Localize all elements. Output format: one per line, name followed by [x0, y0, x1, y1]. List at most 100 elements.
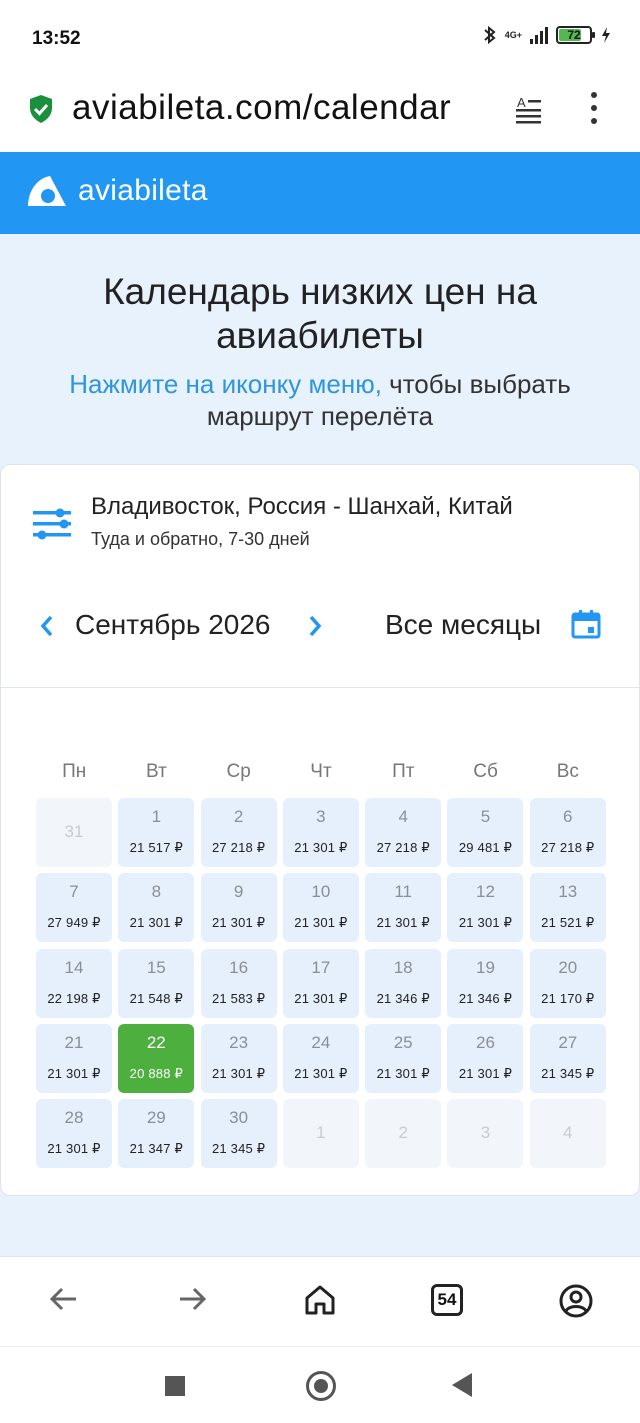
calendar-day[interactable]: 30 21 345 ₽ — [200, 1099, 277, 1169]
calendar-day[interactable]: 19 21 346 ₽ — [447, 948, 524, 1018]
calendar-day[interactable]: 10 21 301 ₽ — [282, 873, 359, 943]
calendar-day[interactable]: 18 21 346 ₽ — [365, 948, 442, 1018]
back-button[interactable] — [452, 1373, 472, 1397]
site-logo[interactable]: aviabileta — [26, 172, 208, 210]
weekday-label: Пн — [62, 761, 87, 782]
day-price: 21 301 ₽ — [458, 1065, 513, 1081]
shield-check-icon — [30, 95, 52, 123]
calendar-icon[interactable] — [571, 609, 601, 639]
calendar-day[interactable]: 27 21 345 ₽ — [529, 1023, 606, 1093]
day-number: 20 — [558, 957, 578, 977]
day-price: 21 548 ₽ — [129, 990, 183, 1006]
svg-text:A: A — [517, 95, 526, 110]
calendar-grid: 31 1 21 517 ₽2 27 218 ₽3 21 301 ₽4 27 218 ₽5 2… — [36, 798, 606, 1169]
calendar-card: Владивосток, Россия - Шанхай, Китай Туда… — [0, 464, 640, 1196]
more-vert-icon[interactable] — [584, 92, 604, 124]
day-number: 6 — [563, 807, 573, 826]
month-navigation: Сентябрь 2026 Все месяцы — [1, 605, 640, 653]
calendar-day[interactable]: 26 21 301 ₽ — [447, 1023, 524, 1093]
route-title[interactable]: Владивосток, Россия - Шанхай, Китай — [91, 493, 513, 521]
charging-icon — [602, 27, 610, 43]
day-number: 8 — [151, 882, 162, 902]
day-number: 12 — [476, 882, 495, 902]
calendar-day[interactable]: 20 21 170 ₽ — [529, 948, 606, 1018]
calendar-day[interactable]: 11 21 301 ₽ — [365, 873, 442, 943]
tabs-counter-button[interactable]: 54 — [431, 1284, 463, 1316]
day-price: 21 301 ₽ — [47, 1141, 101, 1157]
calendar-day-disabled: 31 — [36, 798, 112, 867]
day-price: 21 301 ₽ — [376, 1065, 430, 1081]
day-number: 25 — [393, 1032, 413, 1052]
day-number: 9 — [233, 882, 244, 902]
day-number: 24 — [311, 1032, 331, 1052]
filter-sliders-icon[interactable] — [33, 505, 71, 543]
day-price: 27 949 ₽ — [47, 915, 101, 931]
calendar-day[interactable]: 25 21 301 ₽ — [365, 1023, 442, 1093]
day-price: 27 218 ₽ — [211, 840, 266, 855]
calendar-day[interactable]: 8 21 301 ₽ — [118, 873, 195, 943]
weekday-label: Пт — [392, 761, 415, 782]
day-number: 11 — [394, 882, 413, 902]
day-number: 3 — [316, 807, 326, 826]
calendar-day[interactable]: 9 21 301 ₽ — [200, 873, 277, 943]
calendar-day[interactable]: 1 21 517 ₽ — [118, 798, 195, 867]
calendar-day[interactable]: 21 21 301 ₽ — [36, 1023, 112, 1093]
day-number: 2 — [398, 1123, 408, 1143]
calendar-day[interactable]: 17 21 301 ₽ — [282, 948, 359, 1018]
day-price: 27 218 ₽ — [376, 840, 430, 855]
day-price: 21 301 ₽ — [47, 1065, 101, 1081]
calendar-day[interactable]: 14 22 198 ₽ — [36, 948, 112, 1018]
calendar-day[interactable]: 6 27 218 ₽ — [529, 798, 606, 867]
day-price: 21 345 ₽ — [211, 1141, 266, 1157]
calendar-day[interactable]: 7 27 949 ₽ — [36, 873, 112, 943]
system-nav-bar — [0, 1346, 640, 1423]
calendar-day[interactable]: 2 27 218 ₽ — [200, 798, 277, 867]
calendar-day[interactable]: 4 27 218 ₽ — [365, 798, 442, 867]
calendar-day[interactable]: 15 21 548 ₽ — [118, 948, 195, 1018]
calendar-day[interactable]: 16 21 583 ₽ — [200, 948, 277, 1018]
site-header: aviabileta — [0, 152, 640, 234]
back-arrow-icon[interactable] — [48, 1283, 80, 1315]
day-number: 31 — [64, 822, 84, 841]
day-price: 21 347 ₽ — [129, 1141, 183, 1157]
day-number: 16 — [229, 957, 249, 977]
calendar-day[interactable]: 28 21 301 ₽ — [36, 1099, 112, 1169]
calendar-day[interactable]: 12 21 301 ₽ — [447, 873, 524, 943]
day-number: 3 — [480, 1123, 491, 1143]
account-icon[interactable] — [558, 1283, 594, 1319]
all-months-button[interactable]: Все месяцы — [385, 609, 541, 641]
day-price: 21 301 ₽ — [129, 915, 183, 931]
calendar-day[interactable]: 5 29 481 ₽ — [447, 798, 524, 867]
chevron-right-icon[interactable] — [305, 611, 325, 641]
reader-mode-icon[interactable]: A — [514, 94, 544, 124]
calendar-day-selected[interactable]: 22 20 888 ₽ — [118, 1023, 195, 1093]
calendar-day[interactable]: 29 21 347 ₽ — [118, 1099, 195, 1169]
weekday-header: Пн Вт Ср Чт Пт Сб Вс — [33, 761, 609, 783]
day-price: 21 345 ₽ — [541, 1065, 595, 1081]
url-text[interactable]: aviabileta.com/calendar — [72, 88, 498, 128]
calendar-day[interactable]: 3 21 301 ₽ — [282, 798, 359, 867]
chevron-left-icon[interactable] — [37, 611, 57, 641]
home-icon[interactable] — [303, 1283, 337, 1317]
day-price: 21 583 ₽ — [211, 990, 266, 1006]
calendar-day[interactable]: 13 21 521 ₽ — [529, 873, 606, 943]
day-number: 17 — [311, 957, 331, 977]
calendar-day-disabled: 3 — [447, 1099, 524, 1169]
day-number: 27 — [558, 1032, 578, 1052]
day-price: 21 301 ₽ — [294, 840, 348, 855]
day-number: 28 — [64, 1108, 84, 1128]
day-number: 22 — [146, 1032, 166, 1052]
browser-address-bar[interactable]: aviabileta.com/calendar A — [0, 78, 640, 152]
day-number: 30 — [229, 1108, 249, 1128]
forward-arrow-icon[interactable] — [176, 1283, 208, 1315]
recent-apps-button[interactable] — [165, 1376, 185, 1396]
calendar-day[interactable]: 24 21 301 ₽ — [282, 1023, 359, 1093]
calendar-day[interactable]: 23 21 301 ₽ — [200, 1023, 277, 1093]
logo-icon — [28, 176, 66, 206]
home-button[interactable] — [306, 1371, 336, 1401]
menu-hint-link[interactable]: Нажмите на иконку меню, — [69, 369, 382, 399]
day-number: 1 — [316, 1123, 326, 1143]
day-price: 21 301 ₽ — [376, 915, 430, 931]
day-number: 1 — [151, 807, 162, 826]
weekday-label: Сб — [473, 761, 498, 782]
